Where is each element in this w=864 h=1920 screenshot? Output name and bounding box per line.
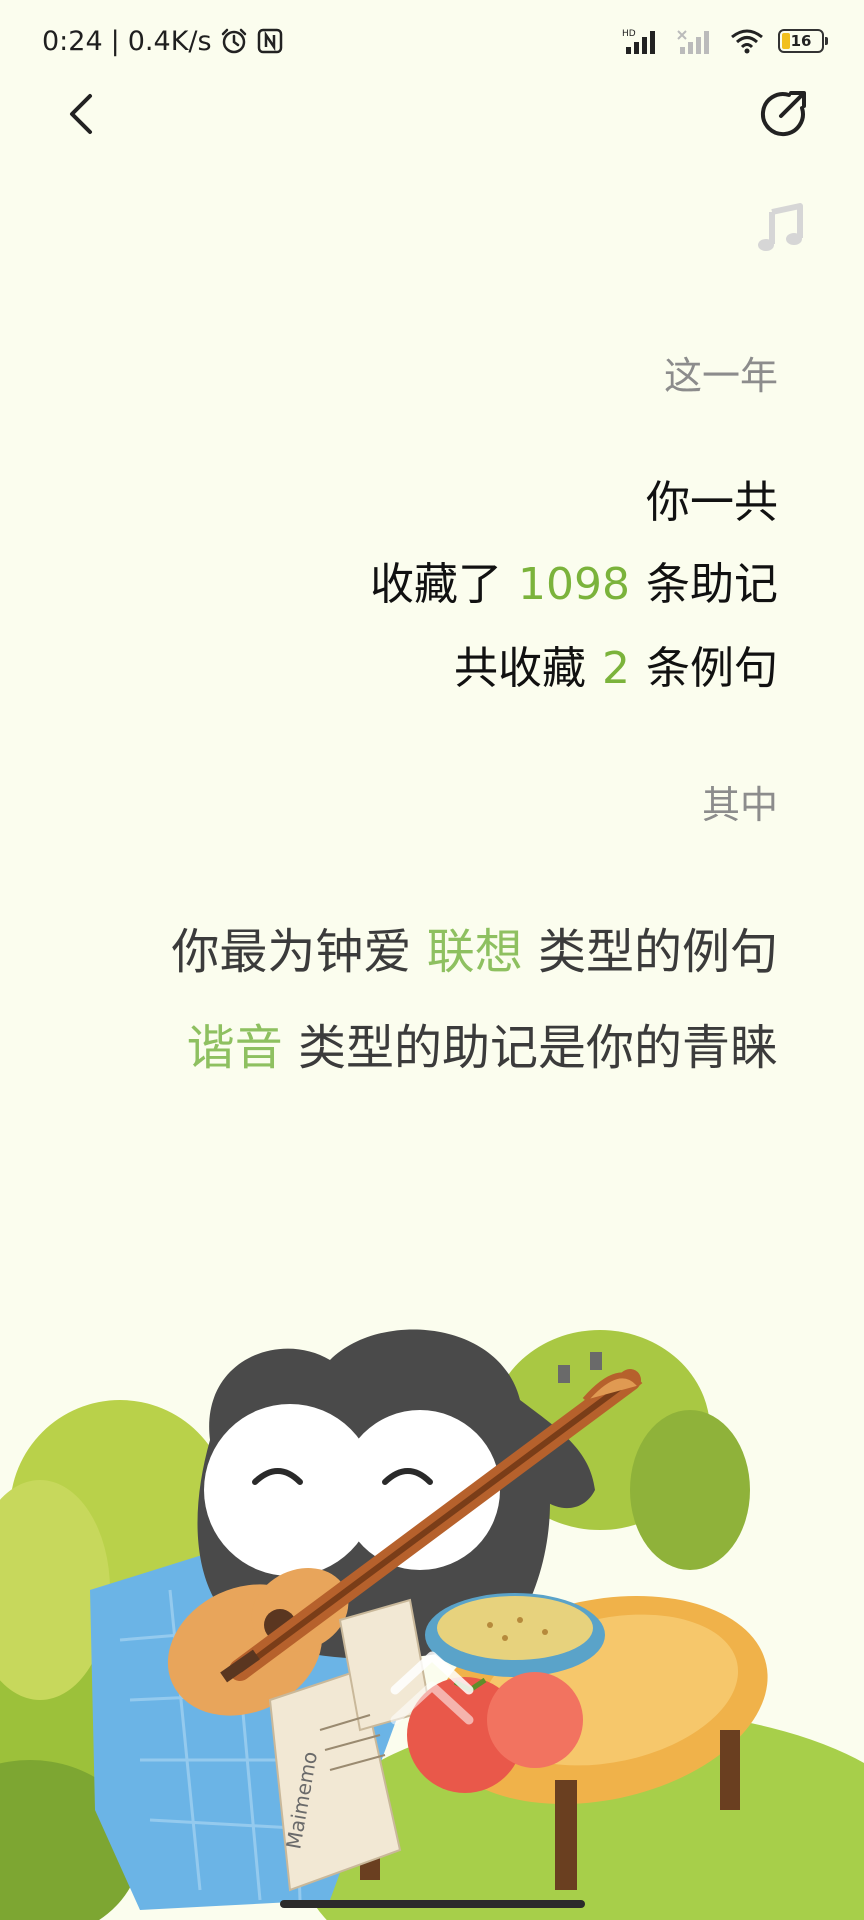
favorite-prefix: 你最为钟爱: [171, 924, 412, 980]
signal-icon-2: [677, 30, 709, 54]
status-divider: |: [110, 25, 120, 57]
battery-icon: 16: [778, 29, 828, 53]
status-time: 0:24: [42, 25, 103, 57]
summary-line-3: 共收藏 2 条例句: [454, 632, 778, 696]
mnemonic-unit: 条助记: [646, 559, 778, 610]
summary-line-1: 你一共: [646, 477, 778, 528]
signal-icon: HD: [622, 29, 655, 54]
share-icon[interactable]: [755, 86, 811, 142]
status-left: 0:24 | 0.4K/s: [42, 26, 284, 57]
back-arrow-icon[interactable]: [58, 90, 106, 138]
favorite-mnemonic-line: 谐音 类型的助记是你的青睐: [187, 1008, 778, 1078]
music-note-icon[interactable]: [752, 200, 808, 256]
status-right: HD 16: [622, 27, 828, 55]
network-tag: HD: [622, 29, 636, 39]
mnemonic-type: 谐音: [186, 1020, 283, 1076]
alarm-icon: [221, 28, 246, 54]
year-label: 这一年: [663, 354, 778, 398]
favorite-type: 联想: [426, 924, 523, 980]
status-bar: 0:24 | 0.4K/s HD 16: [0, 0, 864, 82]
sentence-unit: 条例句: [646, 643, 778, 694]
favorite-sentence-line: 你最为钟爱 联想 类型的例句: [171, 912, 778, 982]
picnic-illustration: Maimemo: [0, 1329, 864, 1920]
mnemonic-suffix: 类型的助记是你的青睐: [297, 1020, 778, 1076]
sentence-count: 2: [602, 643, 630, 694]
battery-level: 16: [790, 32, 812, 50]
wifi-icon: [731, 29, 763, 54]
among-label: 其中: [701, 783, 778, 827]
summary-line-2: 收藏了 1098 条助记: [370, 548, 778, 612]
nfc-icon: [257, 28, 282, 54]
total-collected-label: 共收藏: [454, 643, 586, 694]
mnemonic-count: 1098: [518, 559, 630, 610]
collected-label: 收藏了: [370, 559, 503, 610]
status-speed: 0.4K/s: [127, 25, 212, 57]
favorite-suffix: 类型的例句: [537, 924, 778, 980]
home-indicator[interactable]: [280, 1900, 585, 1908]
